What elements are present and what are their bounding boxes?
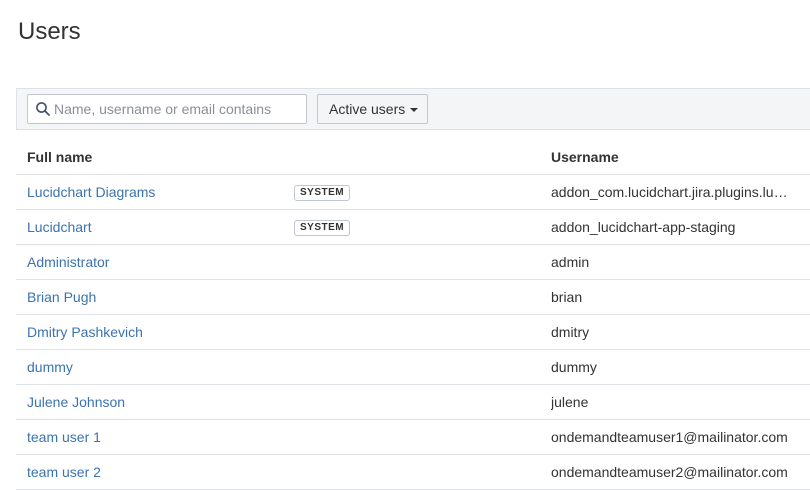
full-name-cell: Brian Pugh xyxy=(16,279,283,315)
username-cell: ondemandteamuser2@mailinator.com xyxy=(540,454,810,490)
table-row: Administrator admin xyxy=(16,244,810,280)
badge-cell xyxy=(283,419,540,455)
page-title: Users xyxy=(18,18,81,45)
username-text: addon_lucidchart-app-staging xyxy=(551,219,736,236)
search-box[interactable] xyxy=(27,94,307,124)
username-cell: ondemandteamuser1@mailinator.com xyxy=(540,419,810,455)
badge-cell xyxy=(283,279,540,315)
full-name-cell: team user 2 xyxy=(16,454,283,490)
full-name-cell: dummy xyxy=(16,349,283,385)
table-row: dummy dummy xyxy=(16,349,810,385)
username-column-header[interactable]: Username xyxy=(540,140,810,175)
username-cell: brian xyxy=(540,279,810,315)
username-text: ondemandteamuser1@mailinator.com xyxy=(551,429,788,446)
username-cell: addon_com.lucidchart.jira.plugins.lu… xyxy=(540,174,810,210)
user-status-label: Active users xyxy=(329,101,406,117)
badge-cell: SYSTEM xyxy=(283,209,540,245)
user-full-name-link[interactable]: Lucidchart xyxy=(27,219,92,235)
user-full-name-link[interactable]: Lucidchart Diagrams xyxy=(27,184,155,200)
username-text: brian xyxy=(551,289,583,306)
username-text: ondemandteamuser2@mailinator.com xyxy=(551,464,788,481)
full-name-cell: Dmitry Pashkevich xyxy=(16,314,283,350)
username-text: addon_com.lucidchart.jira.plugins.lu… xyxy=(551,184,788,201)
username-cell: julene xyxy=(540,384,810,420)
user-status-dropdown[interactable]: Active users xyxy=(317,94,428,124)
username-text: dummy xyxy=(551,359,597,376)
username-text: julene xyxy=(551,394,589,411)
username-cell: dummy xyxy=(540,349,810,385)
username-cell: dmitry xyxy=(540,314,810,350)
table-row: Lucidchart SYSTEM addon_lucidchart-app-sta… xyxy=(16,209,810,245)
user-full-name-link[interactable]: Dmitry Pashkevich xyxy=(27,324,143,340)
table-header-row: Full name Username xyxy=(16,140,810,175)
table-row: Lucidchart Diagrams SYSTEM addon_com.lucid… xyxy=(16,174,810,210)
username-text: admin xyxy=(551,254,590,271)
username-text: dmitry xyxy=(551,324,590,341)
users-table: Full name Username Lucidchart Diagrams SY… xyxy=(16,140,810,490)
user-filter-bar: Active users xyxy=(16,88,810,130)
system-badge: SYSTEM xyxy=(294,220,351,236)
table-row: Dmitry Pashkevich dmitry xyxy=(16,314,810,350)
caret-down-icon xyxy=(410,108,419,112)
table-row: team user 2 ondemandteamuser2@mailinator.… xyxy=(16,454,810,490)
table-row: Brian Pugh brian xyxy=(16,279,810,315)
table-row: Julene Johnson julene xyxy=(16,384,810,420)
badge-cell xyxy=(283,349,540,385)
badge-cell: SYSTEM xyxy=(283,174,540,210)
user-full-name-link[interactable]: team user 1 xyxy=(27,429,101,445)
table-row: team user 1 ondemandteamuser1@mailinator.… xyxy=(16,419,810,455)
full-name-cell: team user 1 xyxy=(16,419,283,455)
full-name-cell: Lucidchart xyxy=(16,209,283,245)
user-full-name-link[interactable]: Administrator xyxy=(27,254,109,270)
badge-cell xyxy=(283,454,540,490)
full-name-column-header[interactable]: Full name xyxy=(16,140,283,175)
search-icon xyxy=(36,102,50,116)
badge-column-header xyxy=(283,140,540,175)
users-table-body: Lucidchart Diagrams SYSTEM addon_com.lucid… xyxy=(16,174,810,490)
full-name-cell: Lucidchart Diagrams xyxy=(16,174,283,210)
username-cell: admin xyxy=(540,244,810,280)
full-name-cell: Julene Johnson xyxy=(16,384,283,420)
badge-cell xyxy=(283,314,540,350)
badge-cell xyxy=(283,244,540,280)
full-name-cell: Administrator xyxy=(16,244,283,280)
badge-cell xyxy=(283,384,540,420)
system-badge: SYSTEM xyxy=(294,185,351,201)
user-full-name-link[interactable]: team user 2 xyxy=(27,464,101,480)
search-input[interactable] xyxy=(54,95,302,123)
user-full-name-link[interactable]: Julene Johnson xyxy=(27,394,125,410)
user-full-name-link[interactable]: dummy xyxy=(27,359,73,375)
username-cell: addon_lucidchart-app-staging xyxy=(540,209,810,245)
user-full-name-link[interactable]: Brian Pugh xyxy=(27,289,96,305)
